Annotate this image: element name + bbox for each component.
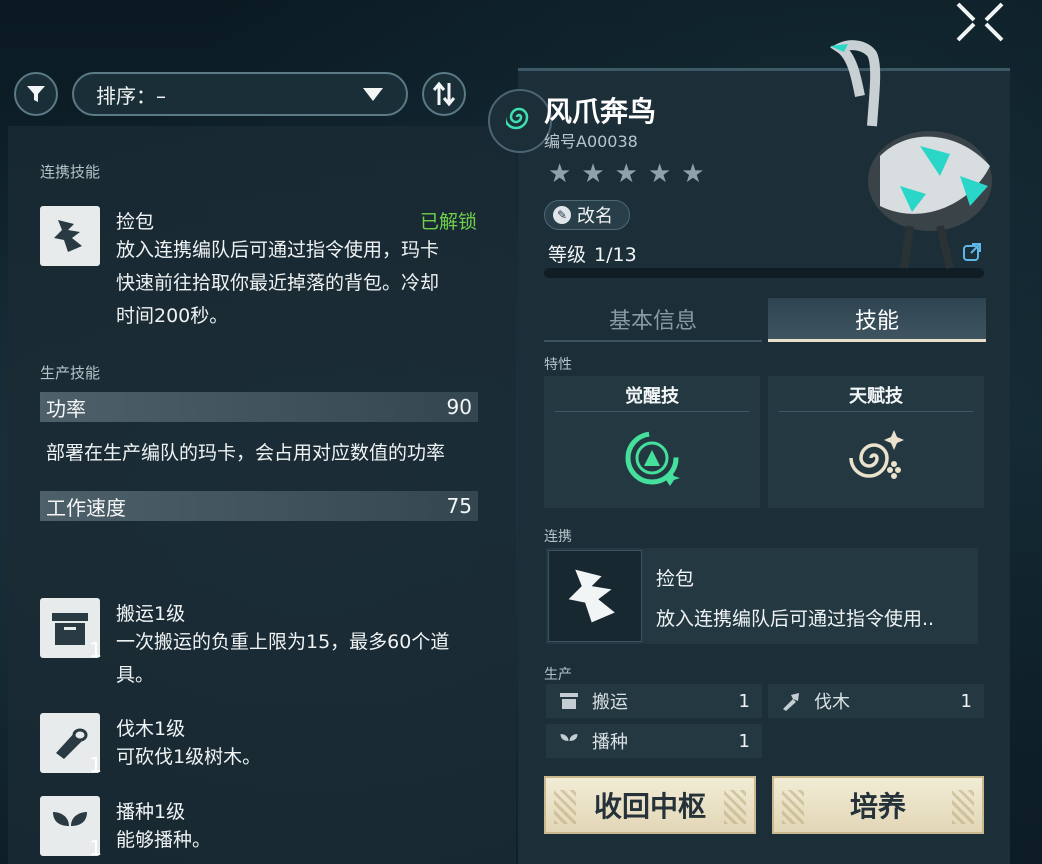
link-skill-icon-frame bbox=[548, 550, 642, 642]
recall-to-hub-button[interactable]: 收回中枢 bbox=[544, 776, 756, 834]
element-spiral-icon bbox=[506, 107, 529, 130]
production-item-logging[interactable]: 伐木 1 bbox=[768, 684, 984, 718]
talent-skill-title: 天赋技 bbox=[778, 382, 974, 412]
list-item: 1 bbox=[40, 598, 102, 662]
sort-order-button[interactable] bbox=[422, 72, 466, 116]
sort-dropdown[interactable]: 排序：– bbox=[72, 72, 408, 116]
box-icon bbox=[52, 613, 88, 645]
production-count: 1 bbox=[738, 690, 750, 712]
link-skill-desc-line: 放入连携编队后可通过指令使用，玛卡 bbox=[116, 239, 440, 261]
production-label: 生产 bbox=[544, 667, 572, 683]
level-value: 1/13 bbox=[594, 244, 637, 266]
pickup-icon bbox=[54, 220, 82, 252]
power-stat: 功率 90 bbox=[40, 392, 478, 422]
work-speed-value: 75 bbox=[446, 494, 472, 518]
box-icon bbox=[560, 693, 578, 709]
list-item: 1 bbox=[40, 713, 102, 777]
production-label-text: 搬运 bbox=[592, 692, 628, 713]
star-icon: ★ bbox=[647, 159, 672, 189]
link-section-label: 连携 bbox=[544, 529, 572, 545]
creature-portrait bbox=[830, 40, 992, 269]
star-rating: ★ ★ ★ ★ ★ bbox=[548, 160, 705, 188]
link-skill-name: 捡包 bbox=[656, 568, 695, 590]
awakening-skill-card[interactable]: 觉醒技 bbox=[544, 376, 760, 508]
production-count: 1 bbox=[960, 690, 972, 712]
star-icon: ★ bbox=[581, 159, 605, 189]
level-label: 等级 bbox=[548, 244, 587, 266]
skill-title: 搬运1级 bbox=[116, 603, 186, 625]
power-description: 部署在生产编队的玛卡，会占用对应数值的功率 bbox=[46, 442, 446, 464]
skill-desc-line: 可砍伐1级树木。 bbox=[116, 746, 262, 768]
link-skill-icon-tile bbox=[40, 206, 100, 266]
work-speed-stat: 工作速度 75 bbox=[40, 491, 478, 521]
train-button[interactable]: 培养 bbox=[772, 776, 984, 834]
production-label-text: 播种 bbox=[592, 732, 628, 753]
sort-label: 排序：– bbox=[96, 83, 166, 108]
skill-level: 1 bbox=[89, 836, 102, 860]
creature-code: 编号A00038 bbox=[544, 132, 638, 151]
pickup-icon bbox=[568, 569, 615, 623]
skill-desc-line: 能够播种。 bbox=[116, 829, 212, 851]
skill-desc-line: 具。 bbox=[116, 664, 155, 686]
production-label-text: 伐木 bbox=[814, 692, 850, 713]
star-icon: ★ bbox=[614, 159, 638, 189]
star-icon: ★ bbox=[548, 159, 572, 189]
sprout-icon bbox=[53, 812, 87, 844]
creature-name: 风爪奔鸟 bbox=[544, 95, 657, 128]
link-skill-desc-line: 时间200秒。 bbox=[116, 305, 229, 327]
link-skill-section-label: 连携技能 bbox=[40, 163, 101, 181]
rename-button[interactable]: ✎ 改名 bbox=[544, 200, 630, 230]
power-value: 90 bbox=[446, 395, 472, 419]
skill-desc-line: 一次搬运的负重上限为15，最多60个道 bbox=[116, 631, 450, 653]
skill-title: 伐木1级 bbox=[116, 718, 186, 740]
list-item: 1 bbox=[40, 796, 102, 860]
skill-level: 1 bbox=[89, 753, 102, 777]
trait-section-label: 特性 bbox=[544, 357, 572, 373]
tab-basic-info[interactable]: 基本信息 bbox=[544, 298, 762, 342]
filter-icon bbox=[27, 86, 45, 102]
star-icon: ★ bbox=[681, 159, 705, 189]
rename-label: 改名 bbox=[577, 206, 613, 227]
level-display: 等级 1/13 bbox=[548, 240, 637, 267]
pencil-icon: ✎ bbox=[553, 206, 571, 224]
link-skill-summary: 放入连携编队后可通过指令使用.. bbox=[656, 608, 935, 630]
link-skill-desc-line: 快速前往拾取你最近掉落的背包。冷却 bbox=[116, 272, 440, 294]
talent-skill-icon bbox=[849, 430, 904, 479]
tab-skills[interactable]: 技能 bbox=[768, 298, 986, 342]
production-section-label: 生产技能 bbox=[40, 364, 101, 382]
production-item-sowing[interactable]: 播种 1 bbox=[546, 724, 762, 758]
awakening-skill-title: 觉醒技 bbox=[554, 382, 750, 412]
skill-level: 1 bbox=[89, 638, 102, 662]
unlocked-status: 已解锁 bbox=[420, 211, 478, 233]
swap-arrows-icon bbox=[432, 81, 456, 107]
filter-button[interactable] bbox=[14, 72, 58, 116]
awakening-skill-icon bbox=[625, 431, 680, 486]
power-label: 功率 bbox=[46, 396, 86, 421]
talent-skill-card[interactable]: 天赋技 bbox=[768, 376, 984, 508]
log-icon bbox=[56, 728, 88, 759]
chevron-down-icon bbox=[363, 88, 383, 101]
skill-title: 播种1级 bbox=[116, 801, 186, 823]
link-skill-title: 捡包 bbox=[116, 211, 155, 233]
sprout-icon bbox=[560, 734, 578, 750]
production-item-transport[interactable]: 搬运 1 bbox=[546, 684, 762, 718]
work-speed-label: 工作速度 bbox=[46, 495, 126, 520]
axe-icon bbox=[783, 693, 799, 711]
production-count: 1 bbox=[738, 730, 750, 752]
